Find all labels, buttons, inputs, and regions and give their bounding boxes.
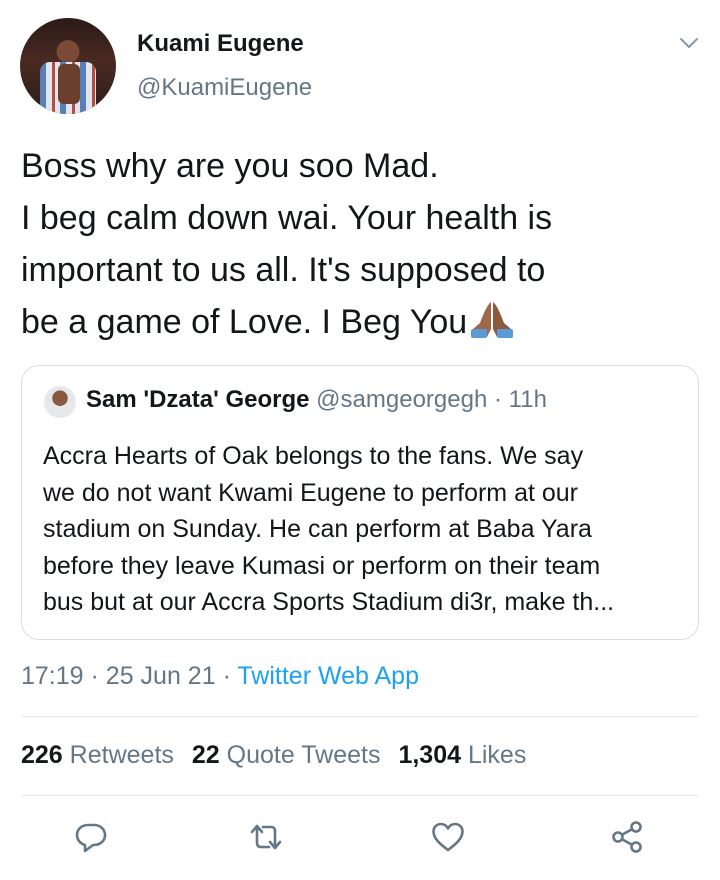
quoted-line: before they leave Kumasi or perform on t… [43, 551, 601, 580]
quoted-line: Accra Hearts of Oak belongs to the fans.… [43, 442, 584, 470]
likes-label: Likes [467, 741, 527, 769]
quoted-author-avatar [44, 386, 76, 418]
tweet-time[interactable]: 17:19 [21, 662, 84, 690]
meta-separator: · [222, 662, 231, 690]
tweet-line: be a game of Love. I Beg You [21, 303, 468, 341]
author-name[interactable]: Kuami Eugene [137, 30, 304, 58]
tweet-line: I beg calm down wai. Your health is [21, 199, 553, 237]
tweet-line: important to us all. It's supposed to [21, 251, 546, 289]
retweets-label: Retweets [69, 741, 174, 769]
quoted-line: we do not want Kwami Eugene to perform a… [43, 478, 579, 507]
quotes-label: Quote Tweets [226, 741, 381, 769]
quotes-stat[interactable]: 22 Quote Tweets [192, 741, 381, 769]
chevron-down-icon[interactable] [679, 36, 699, 50]
retweets-stat[interactable]: 226 Retweets [21, 741, 174, 769]
quoted-tweet-card[interactable]: Sam 'Dzata' George @samgeorgegh · 11h Ac… [21, 365, 699, 640]
share-icon[interactable] [609, 819, 645, 855]
quoted-author-handle: @samgeorgegh [316, 386, 488, 413]
engagement-stats: 226 Retweets 22 Quote Tweets 1,304 Likes [21, 741, 526, 770]
likes-stat[interactable]: 1,304 Likes [398, 741, 526, 769]
quoted-header: Sam 'Dzata' George @samgeorgegh · 11h [86, 386, 547, 414]
quoted-line: stadium on Sunday. He can perform at Bab… [43, 515, 592, 543]
tweet-source-link[interactable]: Twitter Web App [237, 662, 419, 690]
tweet-date[interactable]: 25 Jun 21 [106, 662, 216, 690]
quoted-author-name: Sam 'Dzata' George [86, 386, 310, 413]
tweet-line-last: be a game of Love. I Beg You [21, 296, 701, 348]
quoted-age: 11h [508, 386, 547, 413]
tweet-meta: 17:19 · 25 Jun 21 · Twitter Web App [21, 662, 419, 691]
reply-icon[interactable] [73, 819, 109, 855]
quoted-line: bus but at our Accra Sports Stadium di3r… [43, 588, 615, 616]
author-handle[interactable]: @KuamiEugene [137, 74, 312, 102]
action-bar [0, 819, 720, 859]
like-icon[interactable] [430, 819, 466, 855]
author-avatar[interactable] [20, 18, 116, 114]
meta-separator: · [90, 662, 99, 690]
divider [21, 795, 699, 796]
avatar-figure-graphic [58, 64, 80, 104]
likes-count: 1,304 [398, 741, 462, 769]
quoted-text: Accra Hearts of Oak belongs to the fans.… [43, 438, 683, 621]
tweet-line: Boss why are you soo Mad. [21, 147, 439, 185]
retweets-count: 226 [21, 741, 63, 769]
divider [21, 716, 699, 717]
folded-hands-emoji [471, 302, 514, 338]
retweet-icon[interactable] [248, 819, 284, 855]
quotes-count: 22 [191, 741, 220, 769]
quoted-separator: · [493, 386, 502, 413]
tweet-text: Boss why are you soo Mad. I beg calm dow… [21, 140, 701, 348]
